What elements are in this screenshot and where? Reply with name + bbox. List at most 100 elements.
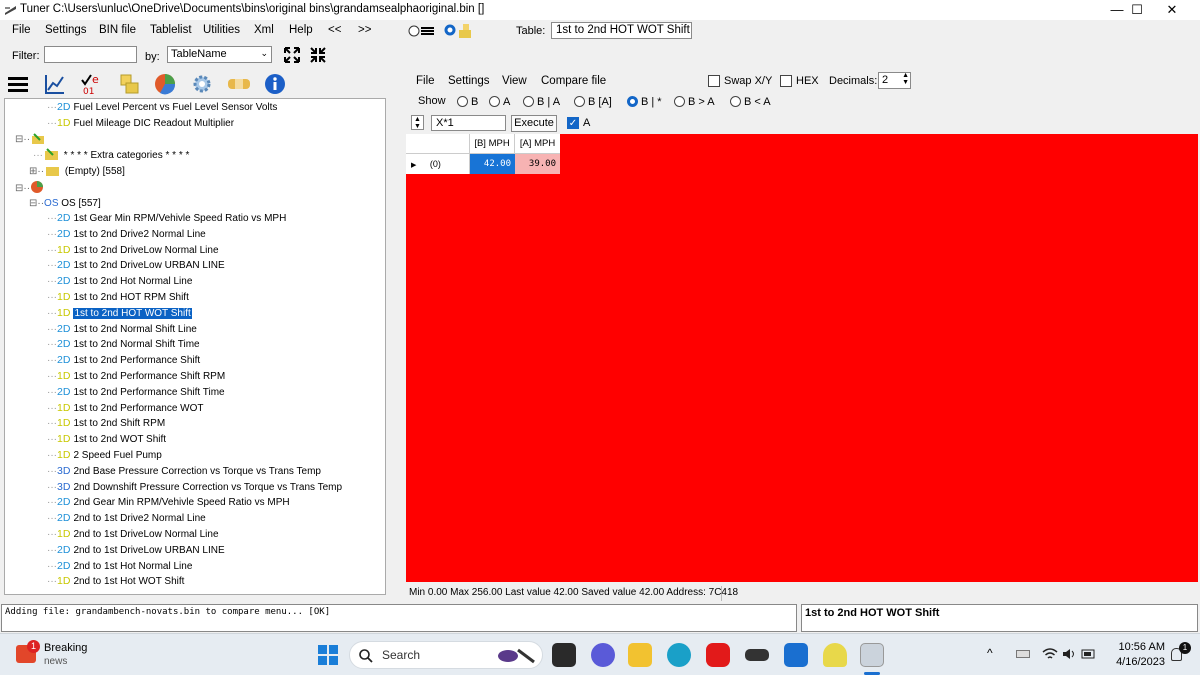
edge-browser-icon[interactable]	[667, 643, 691, 667]
tree-empty-category[interactable]: ⊞·· (Empty) [558]	[29, 164, 125, 179]
youtube-icon[interactable]	[706, 643, 730, 667]
chat-icon[interactable]	[591, 643, 615, 667]
menu-bin-file[interactable]: BIN file	[99, 24, 136, 36]
task-view-icon[interactable]	[552, 643, 576, 667]
a-checkbox-icon[interactable]: ✓	[567, 117, 579, 129]
tree-item[interactable]: ···1D 2nd to 1st Hot WOT Shift	[47, 574, 184, 589]
tree-item[interactable]: ···2D 1st Gear Min RPM/Vehivle Speed Rati…	[47, 211, 286, 226]
menu-forward[interactable]: >>	[358, 24, 371, 36]
mail-icon[interactable]	[784, 643, 808, 667]
tree-item[interactable]: ···2D Fuel Level Percent vs Fuel Level Se…	[47, 100, 277, 115]
menu-xml[interactable]: Xml	[254, 24, 274, 36]
menu-file[interactable]: File	[12, 24, 31, 36]
tree-item[interactable]: ···2D 1st to 2nd Normal Shift Line	[47, 322, 197, 337]
tree-item[interactable]: ···1D 1st to 2nd WOT Shift	[47, 432, 166, 447]
decimals-stepper[interactable]: 2 ▲ ▼	[878, 72, 911, 89]
menu-utilities[interactable]: Utilities	[203, 24, 240, 36]
tree-item[interactable]: ···2D 1st to 2nd Normal Shift Time	[47, 337, 200, 352]
row-header[interactable]: ▶ (0)	[406, 154, 470, 174]
expand-all-icon[interactable]	[284, 47, 300, 63]
tips-icon[interactable]	[823, 643, 847, 667]
menu-back[interactable]: <<	[328, 24, 341, 36]
tree-item[interactable]: ···1D 1st to 2nd HOT WOT Shift	[47, 306, 193, 321]
show-option-a[interactable]: A	[489, 96, 510, 108]
submenu-settings[interactable]: Settings	[448, 75, 490, 87]
tree-item[interactable]: ···1D Fuel Mileage DIC Readout Multiplier	[47, 116, 234, 131]
tree-item[interactable]: ···1D 1st to 2nd Performance Shift RPM	[47, 369, 225, 384]
tree-item[interactable]: ···2D 1st to 2nd Performance Shift	[47, 353, 200, 368]
cell-b-value[interactable]: 42.00	[470, 154, 515, 174]
show-option-b-lt-a[interactable]: B < A	[730, 96, 771, 108]
show-option-b-gt-a[interactable]: B > A	[674, 96, 715, 108]
tree-item[interactable]: ···2D 1st to 2nd DriveLow URBAN LINE	[47, 258, 225, 273]
settings-gear-icon[interactable]	[191, 73, 213, 95]
news-title[interactable]: Breaking	[44, 642, 87, 654]
edit-values-icon[interactable]: e01	[80, 72, 104, 96]
tree-item[interactable]: ···1D 2 Speed Fuel Pump	[47, 448, 162, 463]
tree-item[interactable]: ···2D 2nd to 1st DriveLow URBAN LINE	[47, 543, 225, 558]
category-view-toggle-icon[interactable]	[444, 22, 476, 40]
info-icon[interactable]	[264, 73, 286, 95]
cell-a-value[interactable]: 39.00	[515, 154, 560, 174]
execute-button[interactable]: Execute	[511, 115, 557, 132]
show-option-b-bracket-a[interactable]: B [A]	[574, 96, 612, 108]
tree-item[interactable]: ···2D 1st to 2nd Hot Normal Line	[47, 274, 192, 289]
windows-start-icon[interactable]	[317, 644, 339, 666]
column-header-a[interactable]: [A] MPH	[515, 134, 560, 154]
show-option-b-star[interactable]: B | *	[627, 96, 662, 108]
tuner-app-icon[interactable]	[860, 643, 884, 667]
battery-status-icon[interactable]	[1081, 647, 1097, 661]
filter-by-select[interactable]: TableName ⌄	[167, 46, 272, 63]
show-option-b[interactable]: B	[457, 96, 478, 108]
tree-os-category[interactable]: ⊟··OS OS [557]	[29, 196, 101, 211]
tree-item[interactable]: ···3D 2nd Base Pressure Correction vs Tor…	[47, 464, 321, 479]
tree-item[interactable]: ···2D 2nd to 1st Hot Normal Line	[47, 559, 192, 574]
clock-date[interactable]: 4/16/2023	[1104, 656, 1165, 668]
table-tree[interactable]: ···2D Fuel Level Percent vs Fuel Level Se…	[4, 98, 386, 595]
table-editor-area[interactable]	[406, 134, 1198, 582]
filter-input[interactable]	[44, 46, 137, 63]
tree-item[interactable]: ···1D 1st to 2nd Shift RPM	[47, 416, 165, 431]
column-header-b[interactable]: [B] MPH	[470, 134, 515, 154]
collapse-all-icon[interactable]	[310, 47, 326, 63]
battery-icon[interactable]	[1016, 650, 1030, 658]
table-grid[interactable]: [B] MPH [A] MPH ▶ (0) 42.00 39.00	[406, 134, 560, 174]
graph-icon[interactable]	[44, 73, 66, 95]
category-icon[interactable]	[118, 73, 140, 95]
submenu-view[interactable]: View	[502, 75, 527, 87]
maximize-button[interactable]: ☐	[1117, 0, 1157, 20]
volume-icon[interactable]	[1061, 647, 1077, 661]
tree-item[interactable]: ···2D 2nd to 1st Drive2 Normal Line	[47, 511, 206, 526]
clock-time[interactable]: 10:56 AM	[1110, 641, 1165, 653]
menu-help[interactable]: Help	[289, 24, 313, 36]
tray-chevron-icon[interactable]: ^	[987, 646, 993, 660]
stepper-arrows-icon[interactable]: ▲ ▼	[902, 72, 909, 86]
tree-item[interactable]: ···1D 1st to 2nd DriveLow Normal Line	[47, 243, 219, 258]
tree-item[interactable]: ···3D 2nd Downshift Pressure Correction v…	[47, 480, 342, 495]
tree-pie-root[interactable]: ⊟··	[15, 180, 44, 195]
formula-stepper-icon[interactable]: ▲ ▼	[411, 115, 424, 130]
tree-item[interactable]: ···1D 1st to 2nd HOT RPM Shift	[47, 290, 189, 305]
file-explorer-icon[interactable]	[628, 643, 652, 667]
pie-chart-icon[interactable]	[154, 73, 176, 95]
wifi-icon[interactable]	[1042, 647, 1058, 661]
taskbar-search[interactable]: Search	[349, 641, 543, 669]
menu-settings[interactable]: Settings	[45, 24, 87, 36]
tree-item[interactable]: ···2D 1st to 2nd Performance Shift Time	[47, 385, 225, 400]
menu-icon[interactable]	[7, 74, 29, 94]
table-name-field[interactable]: 1st to 2nd HOT WOT Shift	[551, 22, 692, 39]
submenu-compare-file[interactable]: Compare file	[541, 75, 606, 87]
submenu-file[interactable]: File	[416, 75, 435, 87]
show-option-b-or-a[interactable]: B | A	[523, 96, 560, 108]
list-view-toggle-icon[interactable]	[408, 24, 436, 38]
patch-icon[interactable]	[227, 77, 251, 91]
tree-item[interactable]: ···1D 1st to 2nd Performance WOT	[47, 401, 204, 416]
close-button[interactable]: ✕	[1152, 0, 1192, 20]
swap-xy-checkbox[interactable]	[708, 75, 720, 87]
menu-tablelist[interactable]: Tablelist	[150, 24, 192, 36]
chip-icon[interactable]	[745, 649, 769, 661]
hex-checkbox[interactable]	[780, 75, 792, 87]
tree-item[interactable]: ···2D 2nd Gear Min RPM/Vehivle Speed Rati…	[47, 495, 290, 510]
formula-input[interactable]: X*1	[431, 115, 506, 131]
tree-item[interactable]: ···2D 1st to 2nd Drive2 Normal Line	[47, 227, 206, 242]
